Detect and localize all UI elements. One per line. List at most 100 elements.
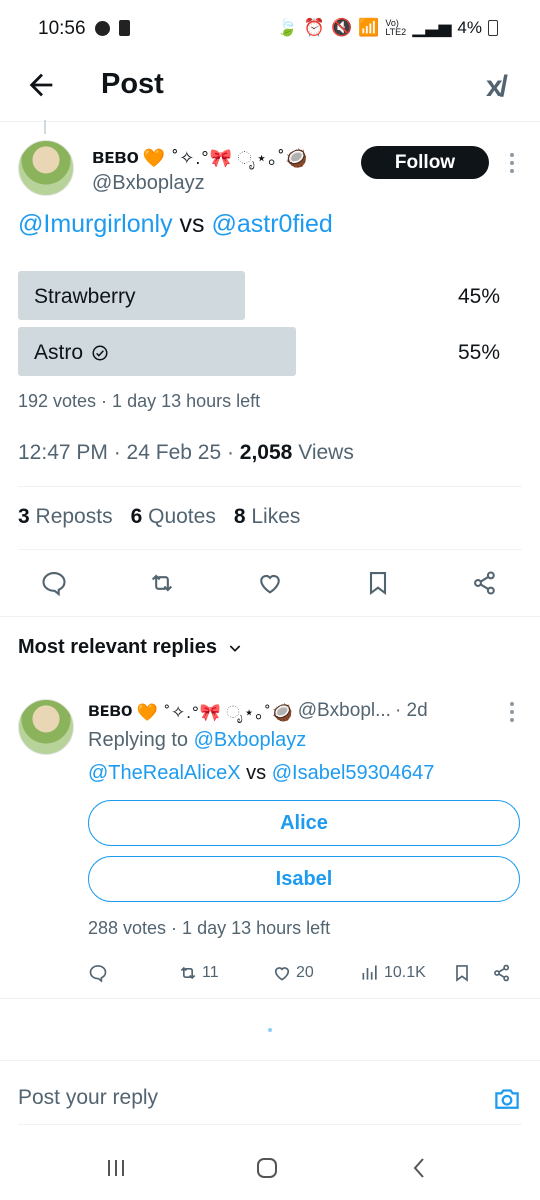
- vs-text: vs: [179, 210, 205, 238]
- share-icon[interactable]: [492, 963, 512, 983]
- divider: [0, 616, 540, 617]
- page-title: Post: [101, 68, 164, 100]
- reply-like-action[interactable]: 20: [272, 963, 314, 983]
- views-chart-icon: [362, 965, 377, 980]
- timestamp: 12:47 PM · 24 Feb 25 ·: [18, 441, 240, 464]
- compose-bottom-divider: [18, 1124, 522, 1125]
- reply-author-handle: @Bxbopl...: [297, 699, 391, 721]
- repost-icon[interactable]: [148, 569, 176, 597]
- reply-author-decoration: 🧡 ˚✧.°🎀 ೃ⋆｡˚🥥: [136, 703, 294, 722]
- reply-poll-meta: 288 votes · 1 day 13 hours left: [88, 918, 331, 938]
- vs-text: vs: [246, 762, 267, 784]
- header-divider: [0, 121, 540, 122]
- divider: [0, 998, 540, 999]
- poll-option-percent: 55%: [458, 341, 501, 364]
- reply-icon[interactable]: [40, 569, 68, 597]
- poll-option-label: Strawberry: [34, 285, 136, 309]
- alarm-icon: ⏰: [303, 18, 325, 37]
- like-heart-icon[interactable]: [256, 569, 284, 597]
- post-meta: 12:47 PM · 24 Feb 25 · 2,058 Views: [18, 441, 354, 465]
- loading-dot: [268, 1028, 272, 1032]
- quotes-stat[interactable]: 6 Quotes: [131, 505, 216, 529]
- poll-meta: 192 votes · 1 day 13 hours left: [18, 391, 261, 411]
- author-name-text: ʙᴇʙᴏ: [92, 145, 139, 168]
- reposts-count: 3: [18, 505, 30, 528]
- check-circle-icon: [92, 345, 108, 361]
- back-nav-icon[interactable]: [408, 1156, 432, 1185]
- wifi-icon: 📶: [358, 18, 380, 37]
- bookmark-icon[interactable]: [364, 569, 392, 597]
- chevron-down-icon: [229, 644, 241, 652]
- bookmark-icon[interactable]: [452, 963, 472, 983]
- reply-text: @TheRealAliceX vs @Isabel59304647: [88, 762, 434, 785]
- divider: [18, 486, 522, 487]
- alert-icon: [119, 20, 130, 36]
- engagement-stats: 3 Reposts 6 Quotes 8 Likes: [18, 505, 300, 529]
- likes-stat[interactable]: 8 Likes: [234, 505, 301, 529]
- reposts-label: Reposts: [35, 505, 113, 528]
- dnd-icon: [95, 21, 110, 36]
- home-icon[interactable]: [255, 1156, 279, 1185]
- likes-count: 8: [233, 505, 246, 528]
- mention-link[interactable]: @astr0fied: [211, 210, 332, 238]
- volte-icon: Vo) LTE2: [385, 18, 407, 37]
- author-handle[interactable]: @Bxboplayz: [92, 172, 205, 195]
- reply-author-name: ʙᴇʙᴏ: [88, 699, 133, 721]
- more-options-icon[interactable]: [509, 153, 515, 173]
- status-icons: 🍃 ⏰ 🔇 📶 Vo) LTE2 ▁▃▅ 4%: [277, 18, 498, 38]
- mute-icon: 🔇: [331, 18, 353, 37]
- compose-divider: [0, 1060, 540, 1061]
- reply-age: · 2d: [394, 699, 428, 721]
- reply-icon: [89, 965, 107, 983]
- poll-option-text: Astro: [34, 341, 84, 364]
- views-label: Views: [292, 441, 354, 464]
- reply-author[interactable]: ʙᴇʙᴏ 🧡 ˚✧.°🎀 ೃ⋆｡˚🥥 @Bxbopl... · 2d: [88, 698, 428, 723]
- view-count: 10.1K: [384, 964, 426, 981]
- mention-link[interactable]: @Isabel59304647: [272, 762, 435, 784]
- status-time: 10:56: [38, 18, 86, 39]
- avatar[interactable]: [18, 140, 74, 196]
- battery-icon: [488, 20, 498, 36]
- like-heart-icon: [274, 967, 290, 981]
- post-text: @Imurgirlonly vs @astr0fied: [18, 210, 333, 239]
- mention-link[interactable]: @TheRealAliceX: [88, 762, 241, 784]
- author-decoration: 🧡 ˚✧.°🎀 ೃ⋆｡˚🥥: [142, 148, 309, 168]
- poll-vote-button[interactable]: Isabel: [88, 856, 520, 902]
- mention-link[interactable]: @Imurgirlonly: [18, 210, 173, 238]
- poll-option-percent: 45%: [458, 285, 501, 308]
- poll-vote-button[interactable]: Alice: [88, 800, 520, 846]
- leaf-icon: 🍃: [276, 18, 298, 37]
- poll-option-text: Strawberry: [34, 285, 136, 308]
- reply-comment-action[interactable]: [88, 963, 108, 983]
- views-count: 2,058: [239, 441, 293, 464]
- likes-label: Likes: [251, 505, 301, 528]
- repost-count: 11: [202, 964, 219, 981]
- repost-icon: [180, 966, 196, 980]
- reply-views-action[interactable]: 10.1K: [360, 963, 426, 983]
- quotes-count: 6: [130, 505, 143, 528]
- grok-logo-icon[interactable]: x/: [486, 70, 508, 104]
- camera-icon[interactable]: [492, 1084, 522, 1119]
- battery-text: 4%: [457, 18, 482, 37]
- back-arrow-icon[interactable]: [24, 68, 58, 102]
- mention-link[interactable]: @Bxboplayz: [194, 729, 307, 751]
- replies-sort-label: Most relevant replies: [18, 636, 217, 658]
- replying-prefix: Replying to: [88, 729, 194, 751]
- signal-icon: ▁▃▅: [412, 18, 452, 37]
- thread-line: [44, 120, 46, 134]
- follow-button[interactable]: Follow: [361, 146, 489, 179]
- like-count: 20: [296, 964, 314, 981]
- more-options-icon[interactable]: [509, 702, 515, 722]
- share-icon[interactable]: [471, 569, 499, 597]
- reposts-stat[interactable]: 3 Reposts: [18, 505, 113, 529]
- reply-repost-action[interactable]: 11: [178, 963, 219, 983]
- author-name[interactable]: ʙᴇʙᴏ 🧡 ˚✧.°🎀 ೃ⋆｡˚🥥: [92, 144, 309, 170]
- recent-apps-icon[interactable]: [104, 1156, 128, 1185]
- poll-option-label: Astro: [34, 341, 109, 365]
- avatar[interactable]: [18, 699, 74, 755]
- reply-input[interactable]: Post your reply: [18, 1086, 158, 1110]
- replying-to: Replying to @Bxboplayz: [88, 729, 306, 752]
- divider: [18, 549, 522, 550]
- replies-sort-dropdown[interactable]: Most relevant replies: [18, 636, 243, 659]
- quotes-label: Quotes: [148, 505, 216, 528]
